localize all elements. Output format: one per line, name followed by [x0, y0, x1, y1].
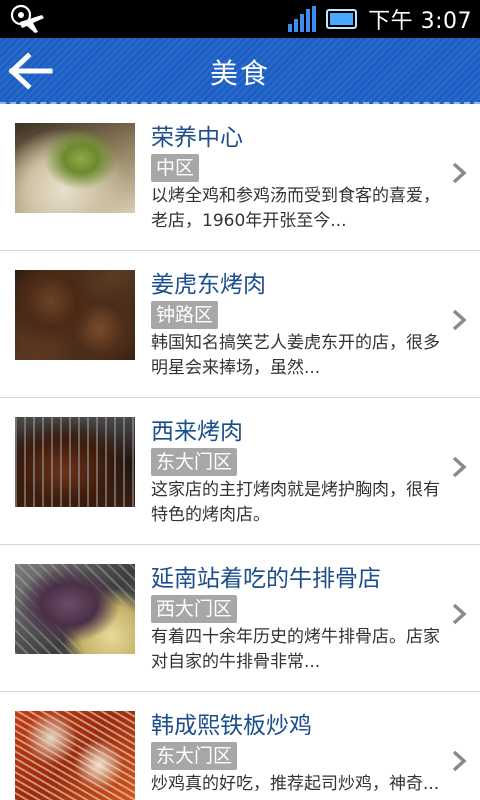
battery-icon [326, 9, 358, 29]
restaurant-description: 以烤全鸡和参鸡汤而受到食客的喜爱，老店，1960年开张至今... [151, 186, 440, 231]
list-item[interactable]: 韩成熙铁板炒鸡 东大门区 炒鸡真的好吃，推荐起司炒鸡，神奇... [0, 692, 480, 800]
airplane-settings-icon [10, 4, 44, 33]
list-item[interactable]: 西来烤肉 东大门区 这家店的主打烤肉就是烤护胸肉，很有特色的烤肉店。 [0, 398, 480, 545]
restaurant-description: 有着四十余年历史的烤牛排骨店。店家对自家的牛排骨非常... [151, 627, 440, 672]
chevron-right-icon [452, 750, 467, 772]
restaurant-name: 荣养中心 [151, 125, 243, 151]
food-thumbnail [15, 711, 135, 800]
food-thumbnail [15, 270, 135, 360]
restaurant-description: 这家店的主打烤肉就是烤护胸肉，很有特色的烤肉店。 [151, 480, 440, 525]
restaurant-name: 西来烤肉 [151, 419, 243, 445]
restaurant-name: 姜虎东烤肉 [151, 272, 266, 298]
food-thumbnail [15, 564, 135, 654]
restaurant-list: 荣养中心 中区 以烤全鸡和参鸡汤而受到食客的喜爱，老店，1960年开张至今...… [0, 104, 480, 800]
restaurant-description: 炒鸡真的好吃，推荐起司炒鸡，神奇... [151, 774, 440, 794]
district-badge: 西大门区 [151, 595, 238, 623]
list-item[interactable]: 延南站着吃的牛排骨店 西大门区 有着四十余年历史的烤牛排骨店。店家对自家的牛排骨… [0, 545, 480, 692]
district-badge: 东大门区 [151, 742, 238, 770]
chevron-right-icon [452, 309, 467, 331]
chevron-right-icon [452, 456, 467, 478]
chevron-right-icon [452, 603, 467, 625]
page-title: 美食 [209, 57, 270, 90]
list-item[interactable]: 姜虎东烤肉 钟路区 韩国知名搞笑艺人姜虎东开的店，很多明星会来捧场，虽然... [0, 251, 480, 398]
title-bar: 美食 [0, 38, 480, 104]
status-bar: 下午 3:07 [0, 0, 480, 38]
food-thumbnail [15, 417, 135, 507]
district-badge: 钟路区 [151, 301, 219, 329]
restaurant-name: 延南站着吃的牛排骨店 [151, 566, 381, 592]
district-badge: 中区 [151, 154, 200, 182]
food-thumbnail [15, 123, 135, 213]
restaurant-name: 韩成熙铁板炒鸡 [151, 713, 312, 739]
restaurant-description: 韩国知名搞笑艺人姜虎东开的店，很多明星会来捧场，虽然... [151, 333, 440, 378]
status-time: 下午 3:07 [368, 9, 472, 34]
list-item[interactable]: 荣养中心 中区 以烤全鸡和参鸡汤而受到食客的喜爱，老店，1960年开张至今... [0, 104, 480, 251]
district-badge: 东大门区 [151, 448, 238, 476]
chevron-right-icon [452, 162, 467, 184]
signal-icon [288, 6, 317, 32]
